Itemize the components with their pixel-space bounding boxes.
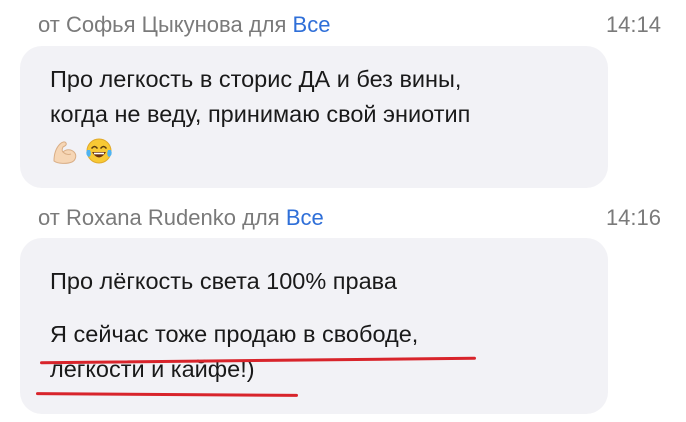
emoji-row: [50, 134, 608, 168]
message-header: от Софья Цыкунова для Все: [38, 12, 330, 38]
message-time: 14:16: [605, 205, 661, 230]
recipient-link[interactable]: Все: [293, 12, 331, 37]
message-bubble: Про лёгкость света 100% права Я сейчас т…: [20, 238, 608, 414]
message-header: от Roxana Rudenko для Все: [38, 205, 324, 231]
recipient-link[interactable]: Все: [286, 205, 324, 230]
message-line: Про лёгкость света 100% права: [50, 268, 397, 294]
for-word: для: [242, 205, 280, 230]
message-line: [50, 299, 608, 317]
message-time: 14:14: [605, 12, 661, 37]
sender-name: Roxana Rudenko: [65, 205, 236, 230]
message-bubble: Про легкость в сторис ДА и без вины, ког…: [20, 46, 608, 188]
from-prefix: от: [38, 205, 60, 230]
message-line: когда не веду, принимаю свой эниотип: [50, 101, 471, 127]
chat-messages: от Софья Цыкунова для Все 14:14 Про легк…: [0, 0, 686, 422]
sender-name: Софья Цыкунова: [65, 12, 243, 37]
from-prefix: от: [38, 12, 60, 37]
message-line: Я сейчас тоже продаю в свободе,: [50, 321, 419, 347]
flexed-biceps-emoji: [53, 141, 77, 164]
for-word: для: [248, 12, 287, 37]
message-line: Про легкость в сторис ДА и без вины,: [50, 66, 462, 92]
tears-of-joy-emoji: [86, 138, 112, 164]
